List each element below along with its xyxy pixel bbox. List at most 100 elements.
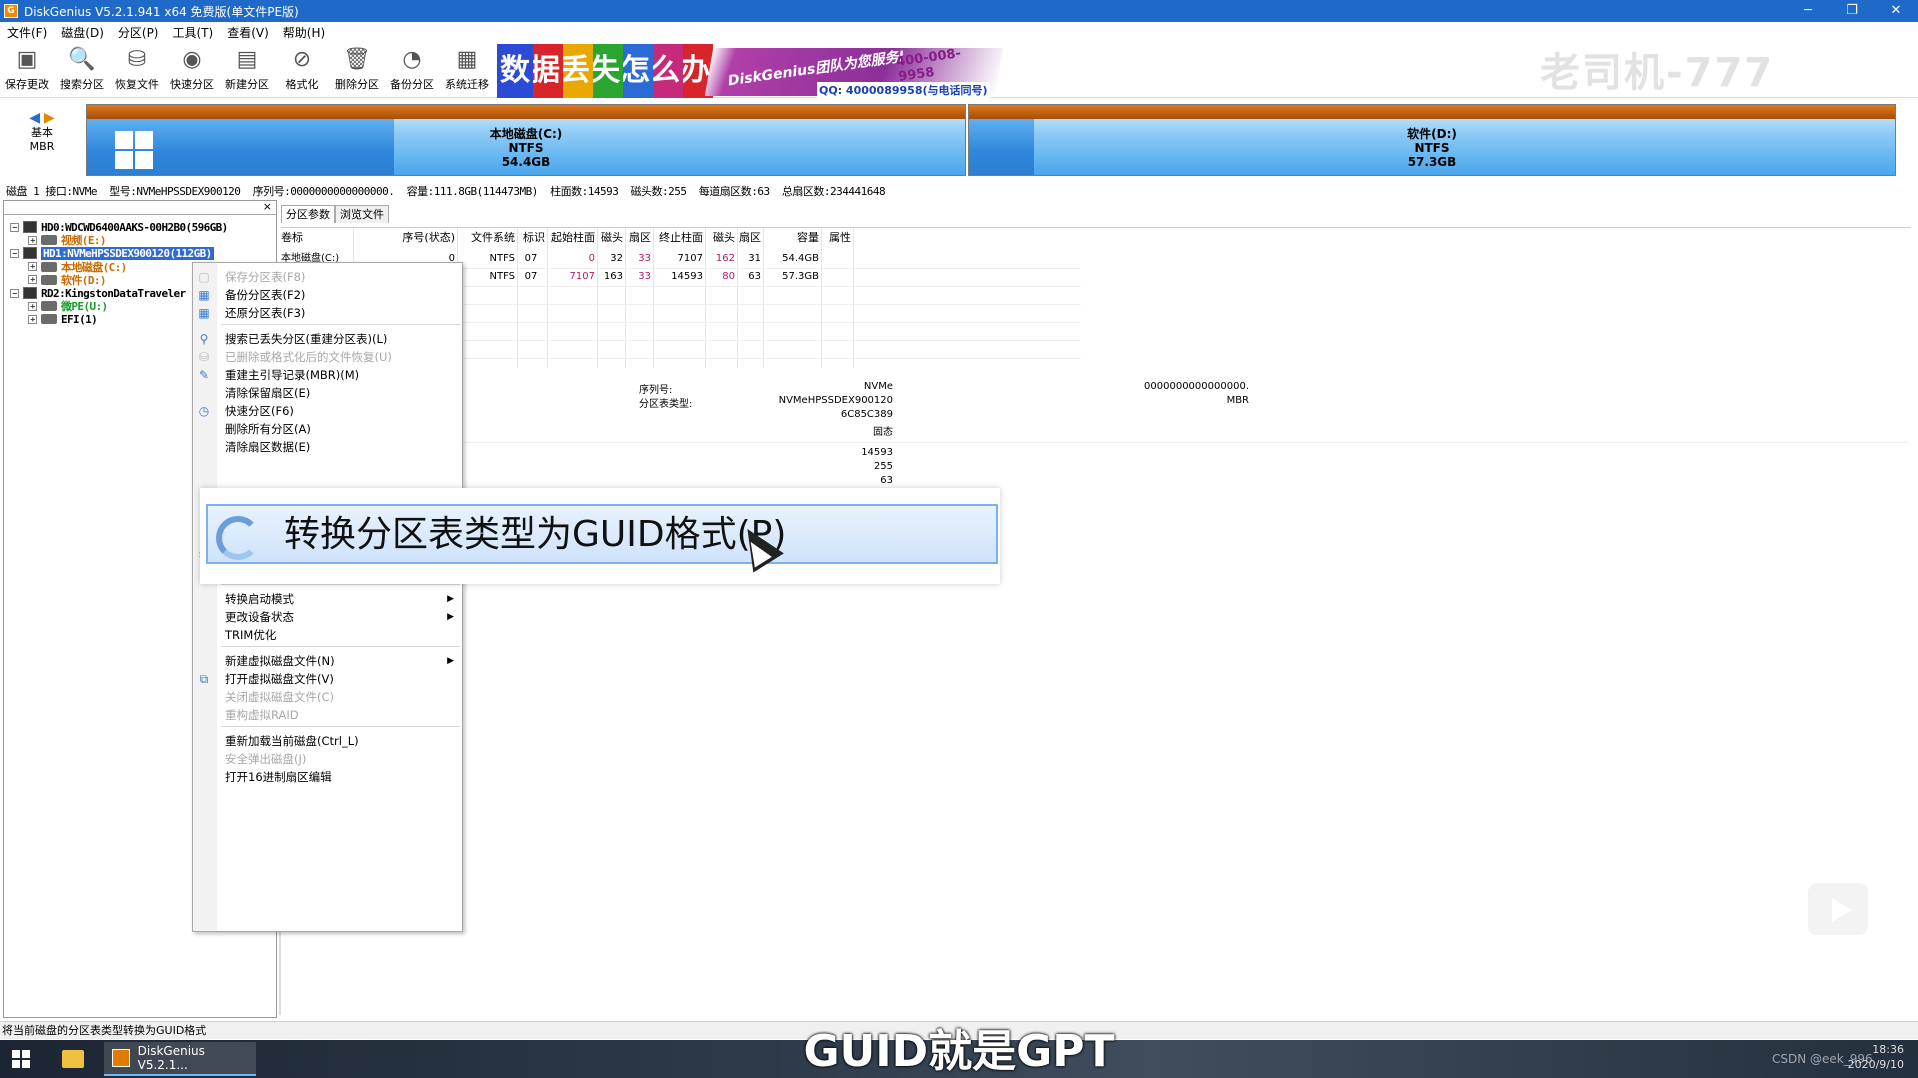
- context-menu-item[interactable]: 打开虚拟磁盘文件(V): [225, 669, 334, 689]
- context-menu-item[interactable]: 新建虚拟磁盘文件(N): [225, 651, 335, 671]
- toolbar-button-6[interactable]: 🗑 删除分区: [330, 44, 384, 96]
- context-menu-item[interactable]: 重新加载当前磁盘(Ctrl_L): [225, 731, 359, 751]
- menu-item-icon: ⛁: [198, 350, 210, 364]
- context-menu-item[interactable]: 更改设备状态: [225, 607, 294, 627]
- partition-fs: NTFS: [508, 141, 544, 155]
- menu-item-icon: ▢: [198, 270, 210, 284]
- toolbar-label: 格式化: [285, 78, 319, 91]
- column-header[interactable]: 磁头: [597, 228, 623, 248]
- context-menu-item[interactable]: 打开16进制扇区编辑: [225, 767, 332, 787]
- column-header[interactable]: 磁头: [705, 228, 735, 248]
- table-cell: 14593: [671, 271, 703, 282]
- context-menu-item[interactable]: 重建主引导记录(MBR)(M): [225, 365, 359, 385]
- column-divider: [653, 228, 654, 368]
- menu-tools[interactable]: 工具(T): [166, 24, 221, 41]
- convert-to-guid-menu-item[interactable]: 转换分区表类型为GUID格式(P): [206, 504, 998, 564]
- expand-icon[interactable]: +: [28, 301, 37, 311]
- toolbar-button-4[interactable]: ▤ 新建分区: [220, 44, 274, 96]
- detail-serial: 0000000000000000.: [1144, 381, 1249, 392]
- toolbar-label: 搜索分区: [60, 78, 104, 91]
- context-menu-item[interactable]: 备份分区表(F2): [225, 285, 305, 305]
- expand-icon[interactable]: +: [28, 262, 37, 272]
- backup-icon: ◔: [402, 47, 422, 72]
- partition-block-c[interactable]: 本地磁盘(C:) NTFS 54.4GB: [86, 104, 966, 176]
- menu-view[interactable]: 查看(V): [220, 24, 276, 41]
- expand-icon[interactable]: +: [28, 275, 37, 285]
- menu-help[interactable]: 帮助(H): [276, 24, 332, 41]
- migrate-icon: ▦: [456, 47, 478, 72]
- tree-partition-node[interactable]: + EFI(1): [28, 311, 98, 327]
- context-menu-item[interactable]: 清除扇区数据(E): [225, 437, 310, 457]
- disk-map: ◀ ▶ 基本 MBR 本地磁盘(C:) NTFS 54.4GB 软件(D:) N…: [0, 100, 1918, 180]
- toolbar-button-3[interactable]: ◉ 快速分区: [165, 44, 219, 96]
- detail-pt-label: 分区表类型:: [639, 399, 693, 410]
- video-subtitle: GUID就是GPT: [803, 1026, 1115, 1077]
- menu-partition[interactable]: 分区(P): [111, 24, 166, 41]
- partition-header-bar: [87, 105, 965, 119]
- partition-icon: [41, 235, 57, 246]
- table-cell: 0: [588, 253, 595, 264]
- column-header[interactable]: 起始柱面: [547, 228, 595, 248]
- column-header[interactable]: 属性: [821, 228, 851, 248]
- toolbar-label: 系统迁移: [445, 78, 489, 91]
- column-header[interactable]: 序号(状态): [355, 228, 455, 248]
- menu-item-icon: ⚲: [199, 332, 209, 346]
- partition-name: 本地磁盘(C:): [489, 127, 563, 141]
- menu-file[interactable]: 文件(F): [0, 24, 54, 41]
- toolbar-button-5[interactable]: ⊘ 格式化: [275, 44, 329, 96]
- column-header[interactable]: 卷标: [281, 228, 351, 248]
- context-menu-item[interactable]: TRIM优化: [225, 625, 276, 645]
- next-disk-icon[interactable]: ▶: [44, 110, 55, 126]
- menu-item-icon: ◷: [198, 404, 210, 418]
- ad-banner[interactable]: 办么怎失丢据数 DiskGenius团队为您服务! 400-008-9958 Q…: [497, 44, 1004, 98]
- hard-disk-icon: [23, 287, 37, 299]
- restore-button[interactable]: ❐: [1830, 0, 1874, 22]
- expand-icon[interactable]: +: [28, 235, 37, 245]
- partition-block-d[interactable]: 软件(D:) NTFS 57.3GB: [968, 104, 1896, 176]
- column-divider: [763, 228, 764, 368]
- partition-icon: [41, 301, 57, 312]
- column-header[interactable]: 容量: [763, 228, 819, 248]
- column-header[interactable]: 终止柱面: [653, 228, 703, 248]
- context-menu-item[interactable]: 搜索已丢失分区(重建分区表)(L): [225, 329, 387, 349]
- toolbar-button-0[interactable]: ▣ 保存更改: [0, 44, 54, 96]
- column-header[interactable]: 标识: [517, 228, 545, 248]
- context-menu-item[interactable]: 快速分区(F6): [225, 401, 294, 421]
- table-cell: 31: [748, 253, 761, 264]
- partition-icon: [41, 261, 57, 272]
- submenu-arrow-icon: ▶: [447, 656, 454, 666]
- toolbar-button-2[interactable]: ⛁ 恢复文件: [110, 44, 164, 96]
- play-icon: [1832, 898, 1852, 922]
- menu-item-icon: ⧉: [199, 672, 209, 686]
- menu-separator: [221, 324, 460, 325]
- toolbar-label: 新建分区: [225, 78, 269, 91]
- column-header[interactable]: 扇区: [737, 228, 761, 248]
- context-menu-item[interactable]: 还原分区表(F3): [225, 303, 305, 323]
- tree-close-icon[interactable]: ×: [263, 200, 272, 213]
- context-menu-item[interactable]: 转换启动模式: [225, 589, 294, 609]
- partition-table: 卷标 序号(状态) 文件系统 标识 起始柱面 磁头 扇区 终止柱面 磁头 扇区 容量 属性 本地磁盘(C…: [281, 227, 1911, 368]
- context-menu-item[interactable]: 删除所有分区(A): [225, 419, 311, 439]
- tab-browse-files[interactable]: 浏览文件: [335, 205, 389, 223]
- convert-to-guid-label: 转换分区表类型为GUID格式(P): [284, 514, 787, 555]
- collapse-icon[interactable]: −: [10, 248, 19, 258]
- tab-partition-params[interactable]: 分区参数: [281, 205, 335, 223]
- collapse-icon[interactable]: −: [10, 288, 19, 298]
- context-menu-item[interactable]: 清除保留扇区(E): [225, 383, 310, 403]
- collapse-icon[interactable]: −: [10, 222, 19, 232]
- expand-icon[interactable]: +: [28, 314, 37, 324]
- menu-separator: [221, 726, 460, 727]
- close-button[interactable]: ✕: [1874, 0, 1918, 22]
- menu-disk[interactable]: 磁盘(D): [54, 24, 111, 41]
- minimize-button[interactable]: ─: [1786, 0, 1830, 22]
- column-divider: [705, 228, 706, 368]
- prev-disk-icon[interactable]: ◀: [29, 110, 40, 126]
- column-header[interactable]: 文件系统: [459, 228, 515, 248]
- new-partition-icon: ▤: [236, 47, 258, 72]
- play-button[interactable]: [1805, 880, 1871, 938]
- column-header[interactable]: 扇区: [625, 228, 651, 248]
- toolbar-button-1[interactable]: 🔍 搜索分区: [55, 44, 109, 96]
- toolbar-button-8[interactable]: ▦ 系统迁移: [440, 44, 494, 96]
- toolbar-button-7[interactable]: ◔ 备份分区: [385, 44, 439, 96]
- table-cell: 63: [748, 271, 761, 282]
